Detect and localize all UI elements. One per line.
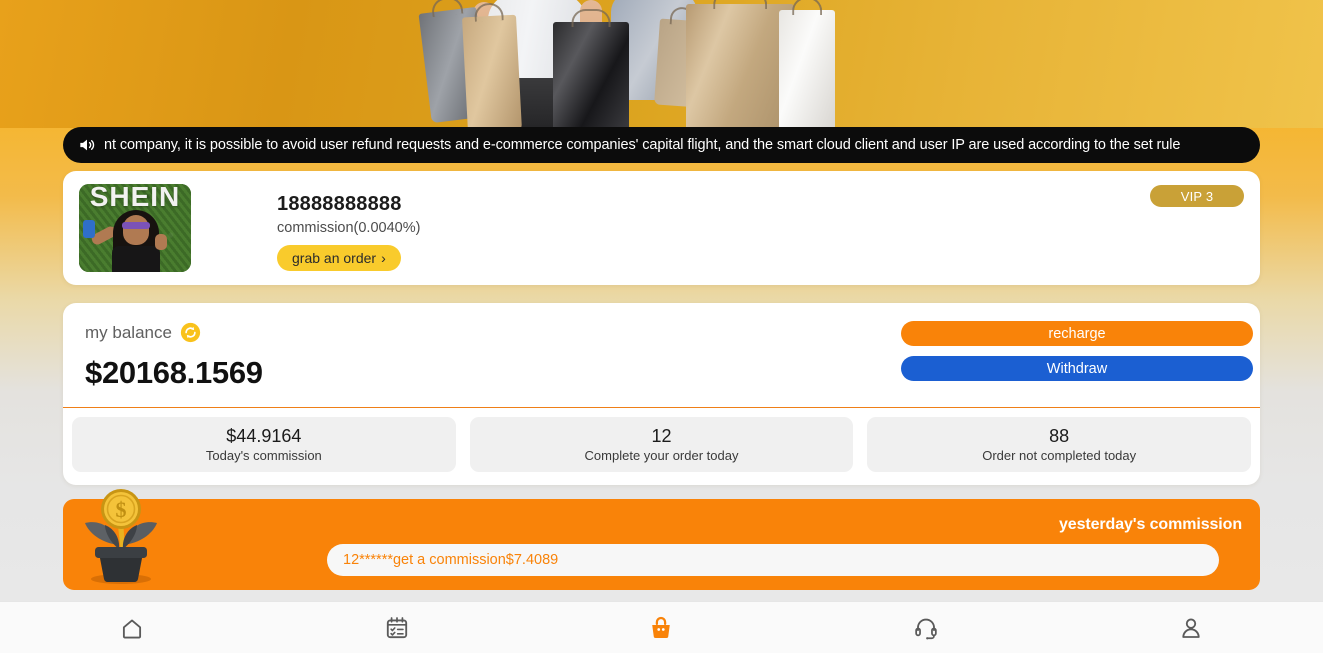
yesterday-commission-banner: $ yesterday's commission 12******get a c… (63, 489, 1260, 590)
hero-photo (418, 0, 913, 128)
notice-marquee-bar[interactable]: nt company, it is possible to avoid user… (63, 127, 1260, 163)
stat-value: 88 (1049, 426, 1070, 446)
stat-value: $44.9164 (226, 426, 302, 446)
nav-item-orders[interactable] (265, 602, 530, 653)
shopping-bag-white (779, 10, 835, 128)
person-profile-icon (1182, 618, 1200, 638)
avatar-phone (83, 220, 95, 238)
balance-card: my balance $20168.1569 recharge Withdraw… (63, 303, 1260, 485)
stats-row: $44.9164 Today's commission 12 Complete … (72, 417, 1252, 472)
commission-entry-pill[interactable]: 12******get a commission$7.4089 (327, 544, 1219, 576)
coin-plant-icon: $ (85, 489, 157, 584)
grab-an-order-label: grab an order (292, 250, 377, 266)
balance-divider (63, 407, 1260, 408)
nav-item-home[interactable] (0, 602, 265, 653)
nav-item-profile[interactable] (1058, 602, 1323, 653)
notice-text: nt company, it is possible to avoid user… (104, 137, 1181, 153)
avatar-hand (155, 234, 167, 250)
balance-amount: $20168.1569 (85, 355, 263, 390)
avatar-sunglasses (122, 222, 150, 229)
profile-phone-number: 18888888888 (277, 193, 402, 215)
stat-incomplete-orders[interactable]: 88 Order not completed today (867, 417, 1252, 472)
profile-commission-rate: commission(0.0040%) (277, 220, 421, 236)
yesterday-commission-title: yesterday's commission (1058, 516, 1242, 533)
my-balance-label: my balance (85, 322, 172, 342)
shopping-bag-icon (652, 616, 671, 638)
stat-today-commission[interactable]: $44.9164 Today's commission (72, 417, 456, 472)
chevron-right-icon: › (381, 250, 386, 266)
avatar-body (112, 246, 160, 272)
avatar[interactable]: SHEIN (79, 184, 191, 272)
hero-banner (0, 0, 1323, 128)
shopping-bag-kraft (462, 14, 522, 128)
stat-caption: Complete your order today (584, 448, 739, 463)
svg-text:$: $ (116, 497, 127, 522)
stat-caption: Order not completed today (982, 448, 1137, 463)
grab-an-order-button[interactable]: grab an order › (277, 245, 401, 271)
stat-caption: Today's commission (205, 448, 322, 463)
bottom-navigation-bar (0, 601, 1323, 653)
recharge-button[interactable]: recharge (901, 321, 1253, 346)
vip-status-badge: VIP 3 (1150, 185, 1244, 207)
profile-card: SHEIN 18888888888 commission(0.0040%) gr… (63, 171, 1260, 285)
withdraw-button[interactable]: Withdraw (901, 356, 1253, 381)
home-icon (123, 618, 142, 638)
avatar-brand-text: SHEIN (89, 184, 181, 212)
stat-completed-orders[interactable]: 12 Complete your order today (469, 417, 854, 472)
headset-support-icon (915, 618, 937, 639)
shopping-bag-black (553, 22, 629, 128)
nav-item-support[interactable] (794, 602, 1059, 653)
my-balance-label-row: my balance (85, 322, 201, 343)
shopping-bag-kraft-large (686, 4, 794, 128)
stat-value: 12 (651, 426, 672, 446)
nav-item-grab-order[interactable] (529, 602, 794, 653)
refresh-icon[interactable] (180, 322, 201, 343)
commission-entry-text: 12******get a commission$7.4089 (343, 552, 559, 568)
avatar-face (123, 215, 149, 245)
speaker-icon (80, 139, 95, 151)
calendar-checklist-icon (386, 616, 408, 638)
